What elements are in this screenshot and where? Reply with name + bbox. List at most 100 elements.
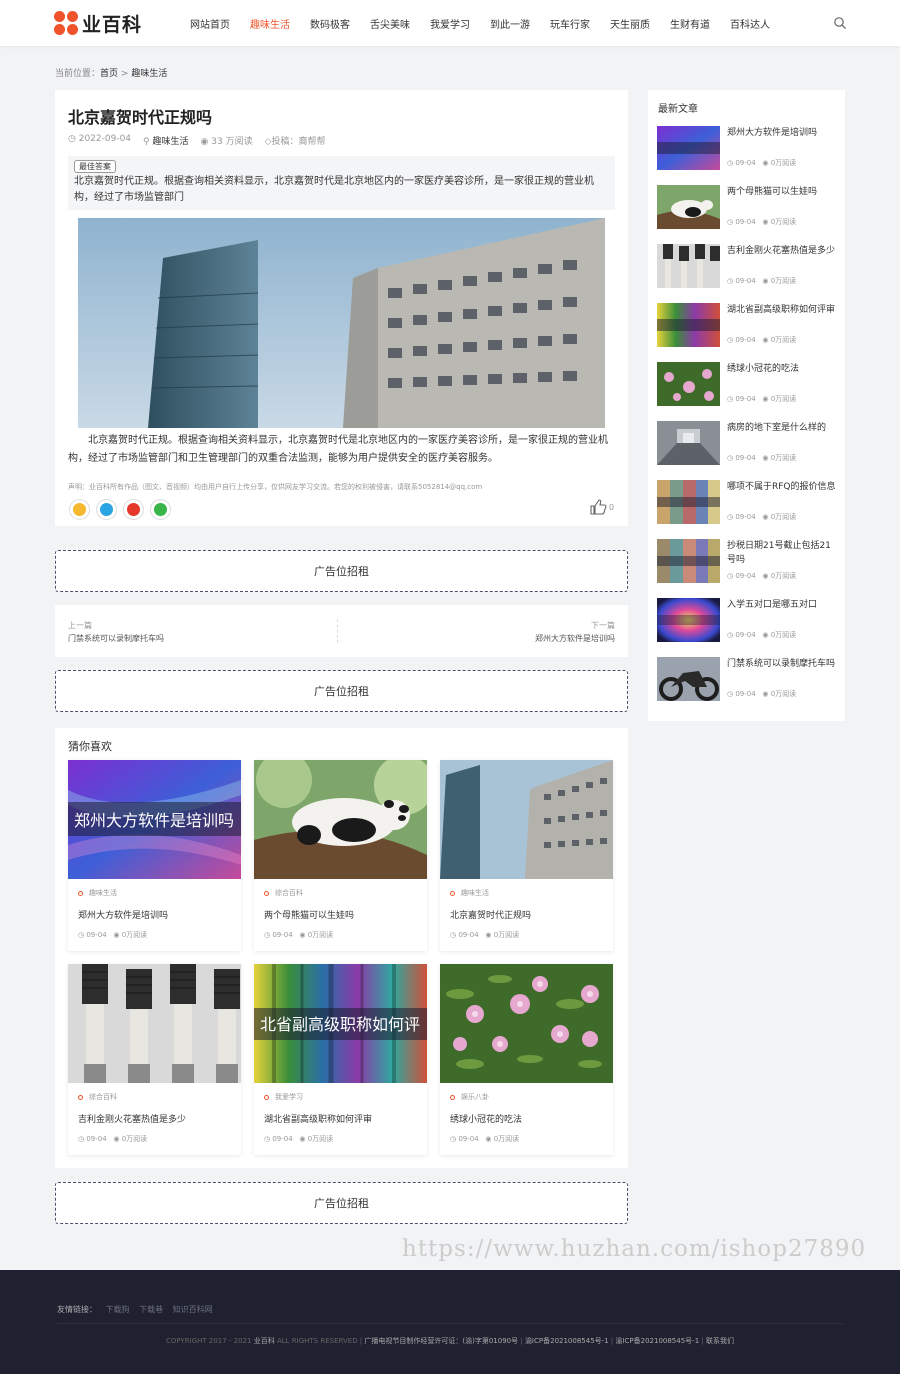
recommend-item-title: 郑州大方软件是培训吗 (78, 911, 169, 921)
recommend-card[interactable]: 北省副高级职称如何评 我爱学习 湖北省副高级职称如何评审 ◷ 09-04 ◉ 0… (254, 964, 427, 1155)
breadcrumb-current[interactable]: 趣味生活 (131, 69, 167, 79)
share-wechat-button[interactable] (150, 499, 171, 520)
friend-link[interactable]: 知识百科网 (173, 1305, 213, 1314)
breadcrumb-home[interactable]: 首页 (100, 69, 118, 79)
nav-item-fun-life[interactable]: 趣味生活 (250, 16, 290, 31)
sidebar-date: 09-04 (735, 572, 756, 580)
article-meta: ◷ 2022-09-04 ⚲ 趣味生活 ◉ 33 万阅读 ◇投稿：裔帮帮 (68, 134, 326, 147)
next-article-link[interactable]: 下一篇 郑州大方软件是培训吗 (535, 619, 615, 645)
sidebar-thumbnail (657, 539, 720, 583)
nav-item-cars[interactable]: 玩车行家 (550, 16, 590, 31)
prev-article-link[interactable]: 上一篇 门禁系统可以录制摩托车吗 (68, 619, 164, 645)
article-title: 北京嘉贺时代正规吗 (68, 108, 213, 127)
nav-item-beauty[interactable]: 天生丽质 (610, 16, 650, 31)
recommend-section: 猜你喜欢 郑州大方软件是培训吗 趣味生活 郑州大方软件是培训吗 ◷ 09-04 … (55, 728, 628, 1168)
clock-icon: ◷ (727, 631, 734, 639)
recommend-card[interactable]: 娱乐八卦 绣球小冠花的吃法 ◷ 09-04 ◉ 0万阅读 (440, 964, 613, 1155)
main-nav: 网站首页 趣味生活 数码极客 舌尖美味 我爱学习 到此一游 玩车行家 天生丽质 … (180, 0, 780, 46)
recommend-thumbnail (440, 760, 613, 879)
recommend-thumbnail: 郑州大方软件是培训吗 (68, 760, 241, 879)
sidebar-article-title: 入学五对口是哪五对口 (727, 600, 818, 610)
ad-banner[interactable]: 广告位招租 (55, 1182, 628, 1224)
recommend-reads: 0万阅读 (307, 931, 334, 939)
clock-icon: ◷ (727, 277, 734, 285)
category-label: 趣味生活 (89, 889, 117, 897)
recommend-reads: 0万阅读 (493, 931, 520, 939)
sidebar-article[interactable]: 吉利金刚火花塞热值是多少 ◷ 09-04 ◉ 0万阅读 (657, 244, 837, 290)
friend-links: 友情链接： 下载狗 下载巷 知识百科网 (57, 1304, 220, 1315)
nav-item-travel[interactable]: 到此一游 (490, 16, 530, 31)
eye-icon: ◉ (762, 277, 769, 285)
sidebar-date: 09-04 (735, 513, 756, 521)
ad-banner[interactable]: 广告位招租 (55, 670, 628, 712)
recommend-category: 综合百科 (78, 1092, 117, 1102)
nav-item-food[interactable]: 舌尖美味 (370, 16, 410, 31)
tag-icon: ◇ (264, 137, 272, 147)
recommend-meta: ◷ 09-04 ◉ 0万阅读 (264, 1134, 333, 1144)
sidebar-article[interactable]: 抄税日期21号截止包括21号吗 ◷ 09-04 ◉ 0万阅读 (657, 539, 837, 585)
eye-icon: ◉ (113, 1135, 120, 1143)
sidebar-article-title: 抄税日期21号截止包括21号吗 (727, 541, 831, 565)
sidebar-date: 09-04 (735, 631, 756, 639)
recommend-card[interactable]: 趣味生活 北京嘉贺时代正规吗 ◷ 09-04 ◉ 0万阅读 (440, 760, 613, 951)
article-category-group[interactable]: ⚲ 趣味生活 (143, 134, 188, 147)
nav-item-digital[interactable]: 数码极客 (310, 16, 350, 31)
share-weibo-button[interactable] (123, 499, 144, 520)
share-qq-button[interactable] (96, 499, 117, 520)
contact-link[interactable]: 联系我们 (706, 1337, 734, 1345)
friend-link[interactable]: 下载巷 (139, 1305, 163, 1314)
sidebar-article[interactable]: 绣球小冠花的吃法 ◷ 09-04 ◉ 0万阅读 (657, 362, 837, 408)
dot-icon (264, 890, 269, 896)
icp-license-link[interactable]: 渝ICP备2021008545号-1 (525, 1337, 609, 1345)
recommend-thumbnail (440, 964, 613, 1083)
recommend-category: 趣味生活 (450, 888, 489, 898)
site-logo[interactable]: 业百科 (54, 9, 142, 37)
recommend-card[interactable]: 郑州大方软件是培训吗 趣味生活 郑州大方软件是培训吗 ◷ 09-04 ◉ 0万阅… (68, 760, 241, 951)
dot-icon (450, 1094, 455, 1100)
divider (337, 619, 338, 643)
friend-link[interactable]: 下载狗 (106, 1305, 130, 1314)
answer-summary: 最佳答案 北京嘉贺时代正规。根据查询相关资料显示，北京嘉贺时代是北京地区内的一家… (68, 156, 615, 210)
sidebar-article-meta: ◷ 09-04 ◉ 0万阅读 (727, 158, 796, 168)
article-reads: 33 万阅读 (211, 137, 253, 147)
dot-icon (78, 890, 83, 896)
nav-item-experts[interactable]: 百科达人 (730, 16, 770, 31)
search-icon[interactable] (833, 16, 847, 30)
share-buttons (69, 499, 171, 520)
sidebar-article[interactable]: 入学五对口是哪五对口 ◷ 09-04 ◉ 0万阅读 (657, 598, 837, 644)
sidebar-article-title: 门禁系统可以录制摩托车吗 (727, 659, 836, 669)
article-category: 趣味生活 (152, 137, 189, 147)
share-favorite-button[interactable] (69, 499, 90, 520)
prev-title: 门禁系统可以录制摩托车吗 (68, 634, 164, 643)
sidebar-reads: 0万阅读 (770, 336, 797, 344)
sidebar-thumbnail (657, 480, 720, 524)
article-reads-group: ◉ 33 万阅读 (201, 134, 253, 147)
recommend-card[interactable]: 综合百科 两个母熊猫可以生娃吗 ◷ 09-04 ◉ 0万阅读 (254, 760, 427, 951)
sidebar-article[interactable]: 湖北省副高级职称如何评审 ◷ 09-04 ◉ 0万阅读 (657, 303, 837, 349)
sidebar-article[interactable]: 哪项不属于RFQ的报价信息 ◷ 09-04 ◉ 0万阅读 (657, 480, 837, 526)
site-footer: 友情链接： 下载狗 下载巷 知识百科网 COPYRIGHT 2017 - 202… (0, 1270, 900, 1374)
sidebar-article[interactable]: 两个母熊猫可以生娃吗 ◷ 09-04 ◉ 0万阅读 (657, 185, 837, 231)
recommend-item-title: 湖北省副高级职称如何评审 (264, 1115, 373, 1125)
sidebar-article-meta: ◷ 09-04 ◉ 0万阅读 (727, 335, 796, 345)
recommend-meta: ◷ 09-04 ◉ 0万阅读 (450, 1134, 519, 1144)
nav-item-study[interactable]: 我爱学习 (430, 16, 470, 31)
recommend-meta: ◷ 09-04 ◉ 0万阅读 (264, 930, 333, 940)
clock-icon: ◷ (727, 690, 734, 698)
sidebar-article[interactable]: 病房的地下室是什么样的 ◷ 09-04 ◉ 0万阅读 (657, 421, 837, 467)
sidebar-article[interactable]: 郑州大方软件是培训吗 ◷ 09-04 ◉ 0万阅读 (657, 126, 837, 172)
sidebar-thumbnail (657, 185, 720, 229)
recommend-reads: 0万阅读 (493, 1135, 520, 1143)
sidebar-article-meta: ◷ 09-04 ◉ 0万阅读 (727, 453, 796, 463)
eye-icon: ◉ (113, 931, 120, 939)
recommend-card[interactable]: 综合百科 吉利金刚火花塞热值是多少 ◷ 09-04 ◉ 0万阅读 (68, 964, 241, 1155)
eye-icon: ◉ (762, 159, 769, 167)
nav-item-finance[interactable]: 生财有道 (670, 16, 710, 31)
ad-banner[interactable]: 广告位招租 (55, 550, 628, 592)
like-button[interactable]: 0 (589, 498, 614, 516)
icp-license-link[interactable]: 渝ICP备2021008545号-1 (615, 1337, 699, 1345)
qq-icon (100, 503, 113, 516)
wechat-icon (154, 503, 167, 516)
sidebar-article[interactable]: 门禁系统可以录制摩托车吗 ◷ 09-04 ◉ 0万阅读 (657, 657, 837, 703)
nav-item-home[interactable]: 网站首页 (190, 16, 230, 31)
